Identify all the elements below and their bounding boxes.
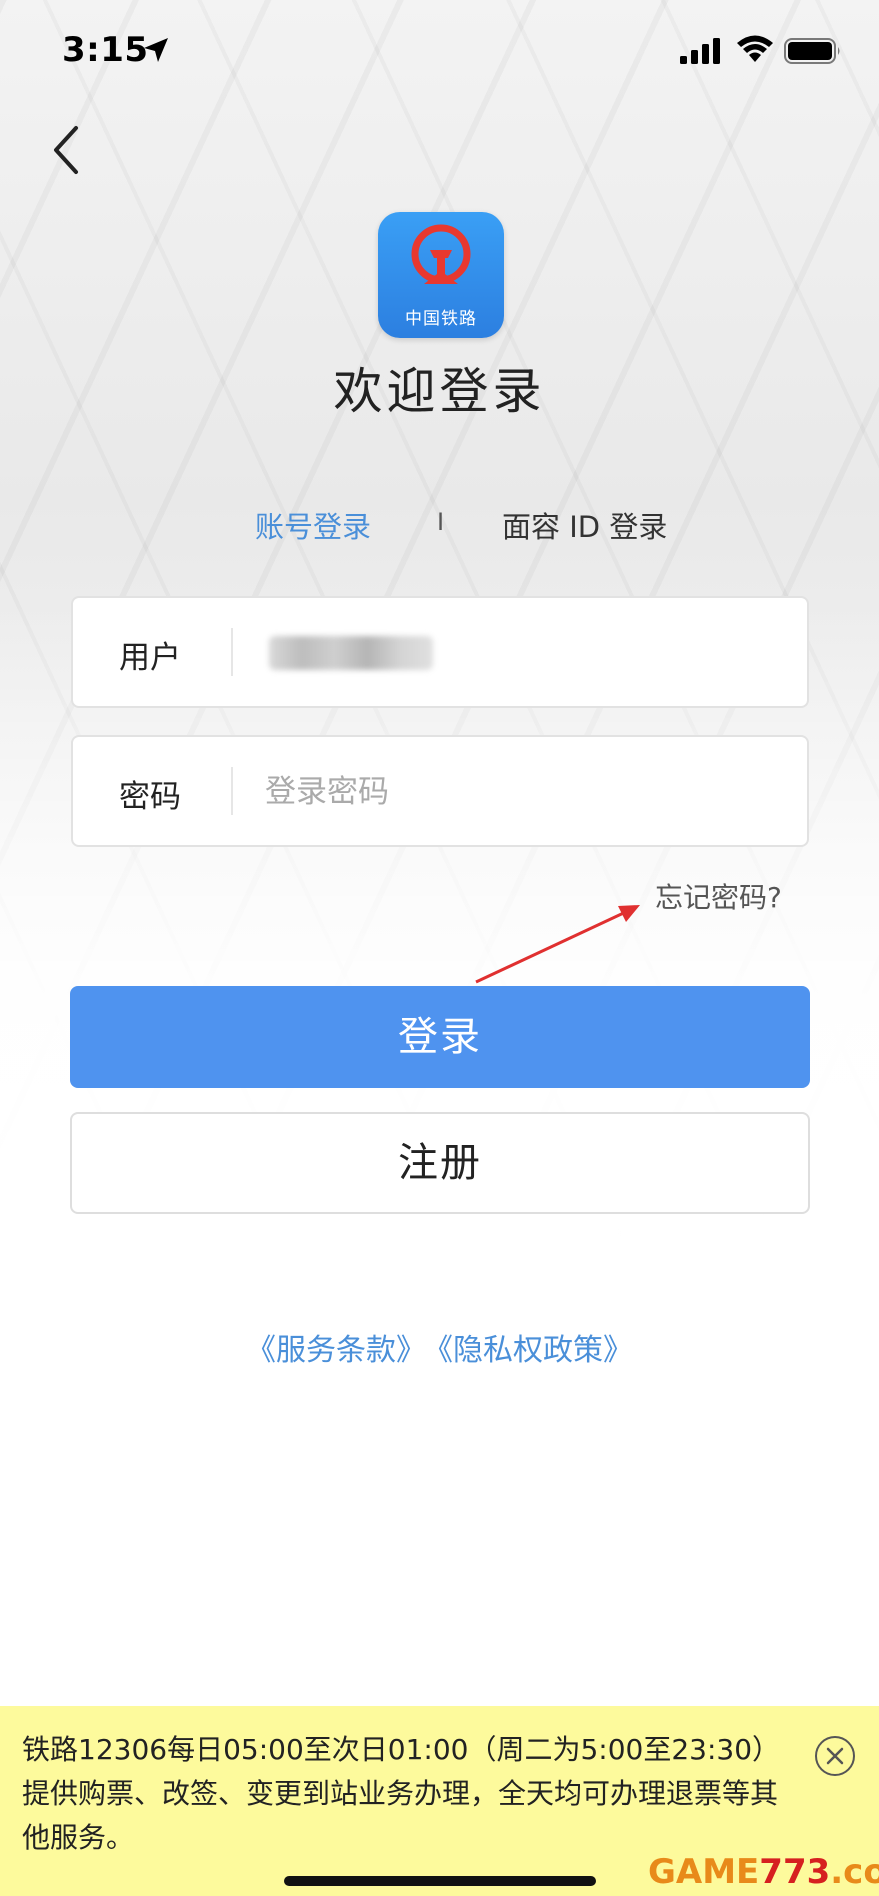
- annotation-arrow-icon: [475, 905, 640, 984]
- home-indicator: [284, 1876, 596, 1886]
- login-button[interactable]: 登录: [70, 986, 810, 1088]
- terms-of-service-link[interactable]: 《服务条款》: [246, 1333, 426, 1368]
- field-divider: [231, 767, 233, 815]
- username-label: 用户: [119, 640, 181, 676]
- forgot-password-link[interactable]: 忘记密码?: [655, 876, 782, 916]
- location-arrow-icon: [144, 38, 168, 62]
- notice-close-button[interactable]: [815, 1736, 855, 1776]
- notice-text: 铁路12306每日05:00至次日01:00（周二为5:00至23:30）提供购…: [22, 1733, 781, 1854]
- password-field[interactable]: 密码: [71, 735, 809, 847]
- privacy-policy-link[interactable]: 《隐私权政策》: [438, 1333, 633, 1368]
- app-logo: 中国铁路: [378, 212, 504, 338]
- watermark-game: GAME: [648, 1852, 760, 1892]
- password-label: 密码: [119, 779, 181, 815]
- tab-face-id-login[interactable]: 面容 ID 登录: [502, 504, 667, 546]
- battery-icon: [784, 38, 840, 64]
- register-button[interactable]: 注册: [70, 1112, 810, 1214]
- tab-separator: I: [437, 508, 445, 536]
- back-chevron-icon[interactable]: [48, 124, 84, 176]
- status-time: 3:15: [62, 30, 149, 70]
- field-divider: [231, 628, 233, 676]
- watermark-number: 773: [759, 1852, 831, 1892]
- blurred-username-value: [269, 636, 433, 670]
- close-icon: [826, 1747, 844, 1765]
- policy-links: 《服务条款》 《隐私权政策》: [0, 1325, 879, 1369]
- page-title: 欢迎登录: [333, 363, 546, 420]
- logo-text: 中国铁路: [405, 309, 477, 329]
- wifi-icon: [737, 35, 773, 62]
- username-field[interactable]: 用户: [71, 596, 809, 708]
- watermark-domain: .com: [830, 1852, 879, 1892]
- watermark: GAME773.com: [648, 1852, 879, 1892]
- tab-account-login[interactable]: 账号登录: [255, 504, 371, 546]
- cellular-signal-icon: [680, 38, 720, 64]
- password-input[interactable]: [263, 759, 787, 825]
